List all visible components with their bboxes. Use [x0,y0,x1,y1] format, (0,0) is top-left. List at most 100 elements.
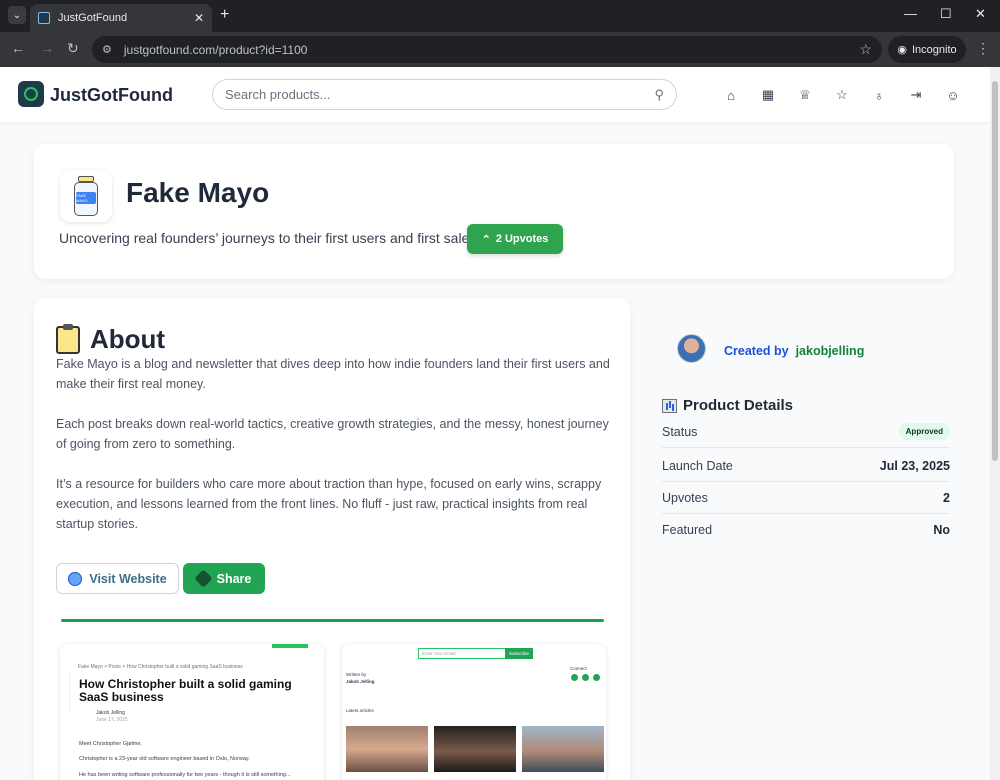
lightbulb-icon[interactable]: ♁ [870,86,888,104]
visit-label: Visit Website [89,571,167,586]
incognito-icon: ◉ [897,44,907,56]
about-paragraph: Fake Mayo is a blog and newsletter that … [56,357,610,391]
page-viewport: JustGotFound ⚲ ⌂ ▦ ♕ ☆ ♁ ⇥ ☺ FAKE MAYO F… [0,67,990,780]
award-icon[interactable]: ♕ [796,86,814,104]
back-icon[interactable]: ← [11,40,25,56]
created-by: Created by jakobjelling [724,344,864,358]
screenshot-email-field: Enter Your Email [418,648,506,659]
site-info-icon[interactable]: ⚙ [102,43,112,56]
screenshot-author-name: Jakob Jelling [346,679,375,684]
page-scrollbar[interactable] [990,67,1000,780]
search-icon[interactable]: ⚲ [654,87,664,103]
about-paragraph: It’s a resource for builders who care mo… [56,477,602,531]
divider [61,619,604,622]
browser-tabstrip: ⌄ JustGotFound ✕ + — ☐ ✕ [0,0,1000,32]
screenshot-photo [434,726,516,772]
screenshot-written-by: Written by [346,672,367,677]
clipboard-icon [56,323,80,354]
detail-label: Status [662,424,698,439]
created-by-label: Created by [724,344,789,358]
screenshot-title: How Christopher built a solid gaming Saa… [79,677,292,704]
screenshot-side-icons [60,672,70,712]
browser-tab[interactable]: JustGotFound ✕ [30,4,212,32]
product-hero: FAKE MAYO Fake Mayo Uncovering real foun… [34,144,954,279]
share-label: Share [216,571,252,586]
product-screenshot[interactable]: Enter Your Email Subscribe Written by Ja… [342,644,606,780]
screenshot-text: Christopher is a 23-year old software en… [79,756,250,762]
product-screenshot[interactable]: Fake Mayo > Posts > How Christopher buil… [60,644,324,780]
tab-title: JustGotFound [58,12,128,24]
product-tagline: Uncovering real founders’ journeys to th… [59,230,481,246]
visit-website-button[interactable]: Visit Website [56,563,179,594]
details-title: Product Details [662,397,793,414]
detail-label: Featured [662,523,713,537]
header-nav: ⌂ ▦ ♕ ☆ ♁ ⇥ ☺ [722,86,962,104]
detail-value: Jul 23, 2025 [879,458,950,473]
product-logo: FAKE MAYO [60,170,112,222]
detail-value: No [933,523,950,537]
detail-label: Launch Date [662,458,733,473]
bookmark-star-icon[interactable]: ☆ [859,41,872,58]
url-text[interactable]: justgotfound.com/product?id=1100 [124,43,860,57]
detail-row-status: Status Approved [662,416,950,448]
about-card: About Fake Mayo is a blog and newsletter… [34,298,630,780]
chevron-up-icon: ⌃ [481,233,491,246]
tab-search-icon[interactable]: ⌄ [8,6,26,24]
details-heading: Product Details [683,397,794,414]
search-input[interactable] [225,87,655,102]
new-tab-icon[interactable]: + [220,6,229,24]
about-paragraph: Each post breaks down real-world tactics… [56,417,609,451]
screenshot-breadcrumb: Fake Mayo > Posts > How Christopher buil… [78,664,243,670]
product-title: Fake Mayo [126,177,270,208]
favicon-icon [38,12,50,24]
window-close-icon[interactable]: ✕ [975,6,986,22]
screenshot-author: Jakob Jelling [96,710,125,716]
status-badge: Approved [898,423,950,440]
screenshot-photo [522,726,604,772]
address-bar[interactable]: ⚙ justgotfound.com/product?id=1100 ☆ [92,36,882,63]
grid-icon[interactable]: ▦ [759,86,777,104]
incognito-badge[interactable]: ◉ Incognito [888,36,966,63]
upvote-button[interactable]: ⌃ 2 Upvotes [467,224,563,254]
screenshot-subscribe: Subscribe [505,648,533,659]
logo-icon[interactable] [18,81,44,107]
screenshot-accent [272,644,308,648]
globe-icon [68,571,83,586]
browser-menu-icon[interactable]: ⋮ [976,40,990,57]
screenshot-connect: Connect [570,666,587,671]
site-header: JustGotFound ⚲ ⌂ ▦ ♕ ☆ ♁ ⇥ ☺ [0,67,990,122]
detail-row-featured: Featured No [662,514,950,546]
detail-row-launch-date: Launch Date Jul 23, 2025 [662,450,950,482]
share-button[interactable]: Share [183,563,265,594]
forward-icon[interactable]: → [40,40,54,56]
upvote-label: 2 Upvotes [495,233,549,245]
bar-chart-icon [662,398,677,413]
login-icon[interactable]: ⇥ [907,86,925,104]
screenshot-text: He has been writing software professiona… [79,772,291,778]
star-icon[interactable]: ☆ [833,86,851,104]
product-sidebar: Created by jakobjelling Product Details … [648,298,966,598]
about-title: About [56,323,166,355]
reload-icon[interactable]: ↻ [67,40,79,57]
browser-toolbar: ← → ↻ ⚙ justgotfound.com/product?id=1100… [0,32,1000,67]
screenshot-date: June 17, 2025 [96,717,128,723]
screenshot-social-icons [571,674,600,681]
about-description: Fake Mayo is a blog and newsletter that … [56,354,612,554]
detail-label: Upvotes [662,490,708,505]
tab-close-icon[interactable]: ✕ [194,11,204,25]
maximize-icon[interactable]: ☐ [940,6,952,22]
screenshot-latest: Latest articles [346,708,374,713]
home-icon[interactable]: ⌂ [722,86,740,104]
users-icon[interactable]: ☺ [944,86,962,104]
creator-avatar[interactable] [677,334,706,363]
incognito-label: Incognito [911,43,957,56]
detail-value: 2 [943,490,950,505]
link-icon [193,569,213,588]
logo-text[interactable]: JustGotFound [50,85,173,106]
minimize-icon[interactable]: — [904,6,917,21]
scrollbar-thumb[interactable] [992,81,998,461]
screenshot-text: Meet Christopher Gjølme. [79,741,142,747]
about-heading: About [90,324,166,354]
search-bar[interactable]: ⚲ [212,79,677,110]
creator-link[interactable]: jakobjelling [796,344,865,358]
